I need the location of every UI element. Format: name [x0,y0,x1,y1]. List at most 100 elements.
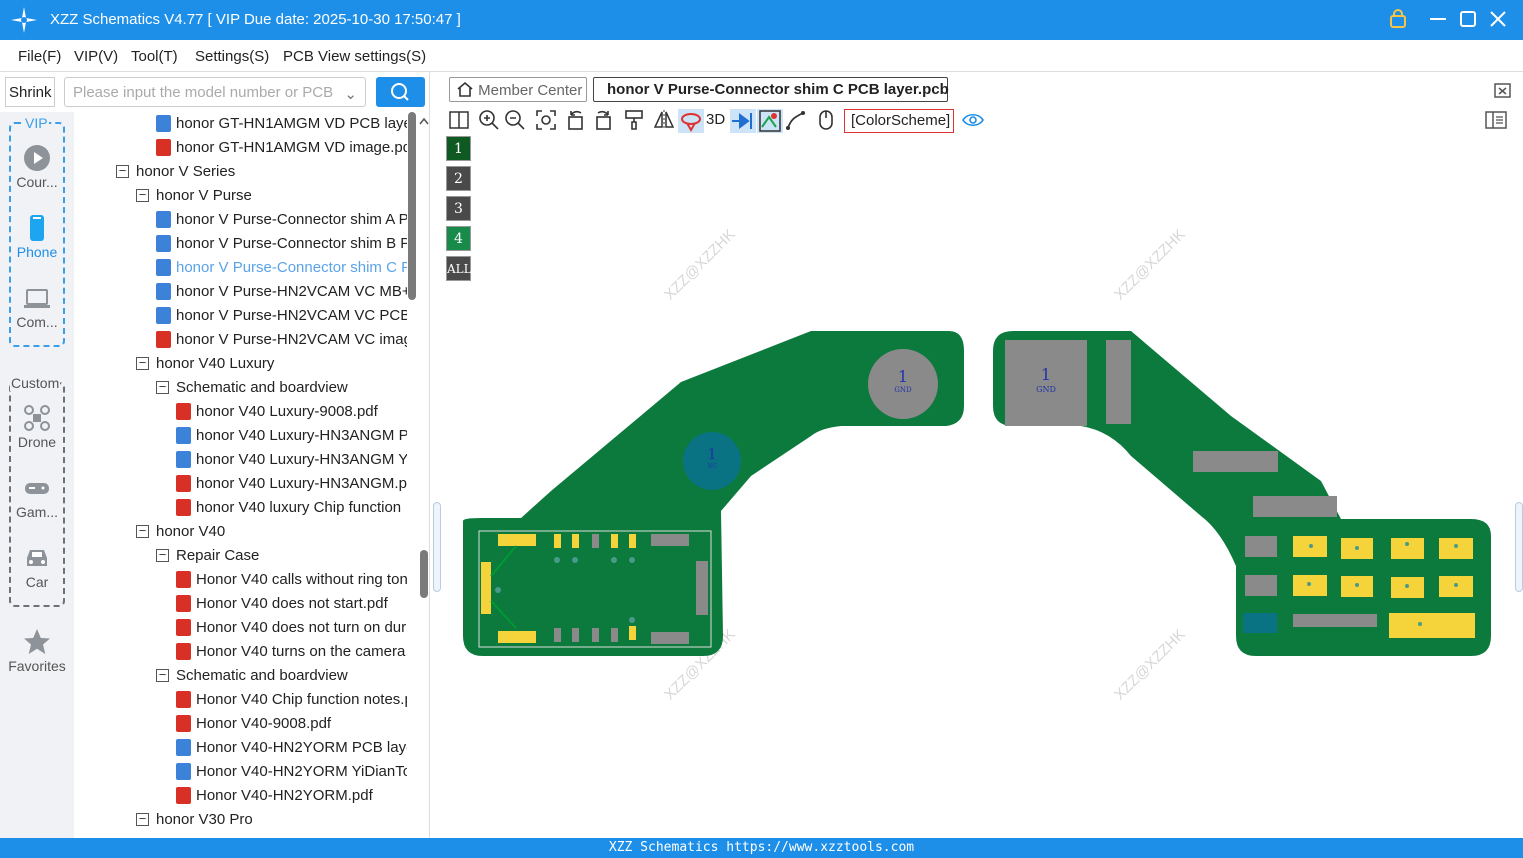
mirror-icon[interactable] [653,109,675,131]
tree-folder[interactable]: − Schematic and boardview [74,664,418,688]
minimize-icon[interactable] [1427,8,1449,30]
collapse-icon[interactable]: − [136,188,149,202]
mouse-icon[interactable] [815,109,837,131]
tree-file[interactable]: honor V Purse-HN2VCAM VC PCB [74,304,418,328]
menu-tool[interactable]: Tool(T) [131,48,178,65]
tree-file[interactable]: Honor V40 turns on the camera [74,640,418,664]
rotate-right-icon[interactable] [592,109,614,131]
tree-item-label: honor V Series [136,163,236,180]
tree-item-label: Honor V40-HN2YORM.pdf [196,787,373,804]
tree-folder[interactable]: − honor V Series [74,160,418,184]
tree-item-label: Honor V40 does not turn on during [196,619,407,636]
tree-folder[interactable]: − honor V40 [74,520,418,544]
tree-file[interactable]: honor V Purse-HN2VCAM VC MB+ [74,280,418,304]
scroll-up-icon[interactable] [418,116,430,126]
tree-folder[interactable]: − honor V Purse [74,184,418,208]
tree-file[interactable]: Honor V40-9008.pdf [74,712,418,736]
tree-file[interactable]: honor V40 Luxury-HN3ANGM YiDian [74,448,418,472]
collapse-icon[interactable]: − [136,524,149,538]
tree-item-label: Schematic and boardview [176,667,348,684]
fit-view-icon[interactable] [535,109,557,131]
color-scheme-button[interactable]: [ColorScheme] [844,109,954,133]
sidebar-item-computer[interactable]: Com... [0,284,74,330]
layer-view-icon [759,110,781,132]
tab-member-center[interactable]: Member Center [449,77,587,102]
net-highlight-button[interactable] [678,109,704,133]
collapse-left-handle[interactable] [433,502,441,592]
lock-icon[interactable] [1387,8,1409,30]
arrow-pin-icon [732,113,752,129]
paint-icon[interactable] [623,109,645,131]
sidebar-item-car[interactable]: Car [0,544,74,590]
pane-scrollbar-thumb[interactable] [420,550,428,598]
collapse-icon[interactable]: − [136,356,149,370]
laptop-icon [24,289,50,308]
search-input[interactable]: Please input the model number or PCB ⌄ [64,77,366,107]
tree-file[interactable]: Honor V40-HN2YORM PCB layer [74,736,418,760]
tree-file[interactable]: Honor V40 Chip function notes.pdf [74,688,418,712]
tree-folder[interactable]: − honor V30 Pro [74,808,418,832]
sidebar-item-courses[interactable]: Cour... [0,144,74,190]
tree-folder[interactable]: − honor V40 Luxury [74,352,418,376]
tree-file[interactable]: honor V Purse-Connector shim B PCB [74,232,418,256]
tree-file[interactable]: Honor V40-HN2YORM YiDianTong [74,760,418,784]
rotate-left-icon[interactable] [565,109,587,131]
maximize-icon[interactable] [1457,8,1479,30]
trace-icon[interactable] [785,109,807,131]
collapse-icon[interactable]: − [116,164,129,178]
side-panel-icon[interactable] [1485,109,1507,131]
pdf-file-icon [176,595,191,612]
watermark-text: XZZ@XZZHK [661,226,739,304]
title-bar: XZZ Schematics V4.77 [ VIP Due date: 202… [0,0,1523,40]
teal-pad [1243,613,1277,633]
menu-vip[interactable]: VIP(V) [74,48,118,65]
pcb-canvas[interactable]: XZZ@XZZHK XZZ@XZZHKXZZ@XZZHK XZZ@XZZHK 1 G… [441,136,1523,838]
tree-item-label: honor GT-HN1AMGM VD PCB layer [176,115,407,132]
3d-button[interactable]: 3D [706,111,725,128]
collapse-icon[interactable]: − [136,812,149,826]
close-icon[interactable] [1487,8,1509,30]
tree-file[interactable]: honor V Purse-Connector shim A PCB [74,208,418,232]
menu-pcb-view-settings[interactable]: PCB View settings(S) [283,48,426,65]
sidebar-item-drone[interactable]: Drone [0,404,74,450]
sidebar-item-phone[interactable]: Phone [0,214,74,260]
search-button[interactable] [376,77,425,107]
tree-file[interactable]: honor GT-HN1AMGM VD image.pdf [74,136,418,160]
tree-folder[interactable]: − Repair Case [74,544,418,568]
tree-file[interactable]: honor V Purse-HN2VCAM VC image [74,328,418,352]
tree-scrollbar-thumb[interactable] [408,112,416,300]
split-view-icon[interactable] [448,109,470,131]
layer-view-button[interactable] [757,109,783,133]
phone-icon [30,215,44,241]
collapse-icon[interactable]: − [156,380,169,394]
tree-file[interactable]: honor GT-HN1AMGM VD PCB layer [74,112,418,136]
pin-select-button[interactable] [730,109,756,133]
zoom-out-icon[interactable] [504,109,526,131]
tree-file[interactable]: honor V40 luxury Chip function [74,496,418,520]
shrink-button[interactable]: Shrink [5,77,55,107]
zoom-in-icon[interactable] [478,109,500,131]
window-title: XZZ Schematics V4.77 [ VIP Due date: 202… [50,11,461,28]
tree-file[interactable]: Honor V40 does not start.pdf [74,592,418,616]
tree-file[interactable]: Honor V40 does not turn on during [74,616,418,640]
tree-file[interactable]: honor V Purse-Connector shim C PCB [74,256,418,280]
chevron-down-icon[interactable]: ⌄ [344,85,357,103]
sidebar-item-games[interactable]: Gam... [0,474,74,520]
sidebar-item-favorites[interactable]: Favorites [0,628,74,674]
tree-file[interactable]: honor V40 Luxury-HN3ANGM PCB [74,424,418,448]
eye-icon[interactable] [962,109,984,131]
tree-file[interactable]: honor V40 Luxury-9008.pdf [74,400,418,424]
menu-settings[interactable]: Settings(S) [195,48,269,65]
collapse-icon[interactable]: − [156,548,169,562]
tab-pcb-file[interactable]: honor V Purse-Connector shim C PCB layer… [593,77,949,102]
tree-file[interactable]: Honor V40 calls without ring tone [74,568,418,592]
tree-item-label: honor V40 Luxury-HN3ANGM YiDian [196,451,407,468]
collapse-icon[interactable]: − [156,668,169,682]
close-tab-icon[interactable] [1493,80,1513,100]
tree-folder[interactable]: − Schematic and boardview [74,376,418,400]
net-highlight-icon [681,113,701,133]
menu-file[interactable]: File(F) [18,48,61,65]
tree-file[interactable]: Honor V40-HN2YORM.pdf [74,784,418,808]
pcb-file-icon [176,739,191,756]
tree-file[interactable]: honor V40 Luxury-HN3ANGM.pdf [74,472,418,496]
